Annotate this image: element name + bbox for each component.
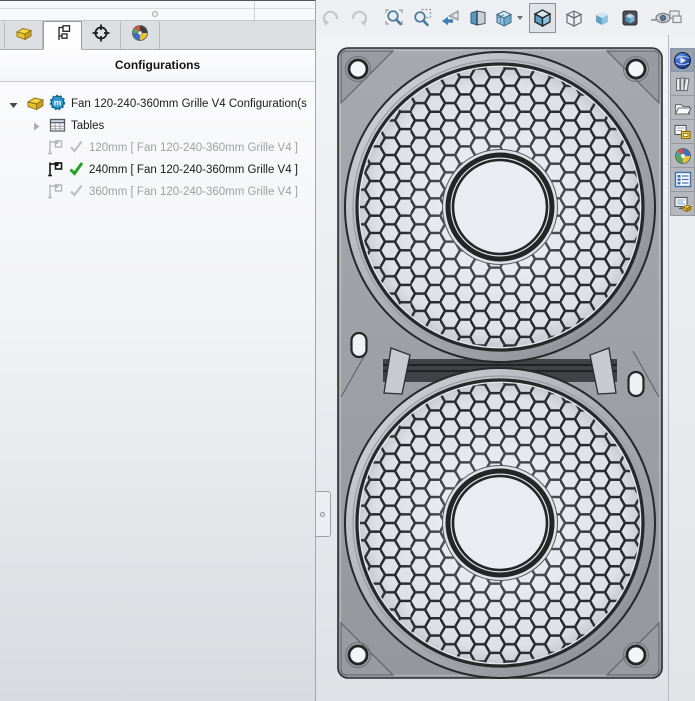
display-style-wireframe-button[interactable] — [561, 3, 587, 33]
solidworks-resources-tab[interactable] — [670, 48, 695, 72]
collapse-expander-icon[interactable] — [6, 99, 20, 110]
tree-row-config-120mm[interactable]: 120mm [ Fan 120-240-360mm Grille V4 ] — [0, 137, 315, 159]
part-icon — [15, 24, 33, 47]
config-label: 120mm [ Fan 120-240-360mm Grille V4 ] — [89, 142, 298, 154]
svg-text:m: m — [54, 97, 62, 107]
config-label: 360mm [ Fan 120-240-360mm Grille V4 ] — [89, 186, 298, 198]
target-icon — [91, 23, 111, 48]
solidworks-forum-tab[interactable] — [670, 192, 695, 216]
heads-up-view-toolbar — [316, 0, 695, 35]
config-label: 240mm [ Fan 120-240-360mm Grille V4 ] — [89, 164, 298, 176]
tab-feature-manager[interactable] — [4, 21, 43, 49]
expand-arrow-icon[interactable] — [29, 121, 43, 132]
tree-row-tables[interactable]: Tables — [0, 115, 315, 137]
configurations-icon — [54, 24, 72, 47]
table-icon — [49, 117, 66, 136]
custom-properties-tab[interactable] — [670, 168, 695, 192]
display-style-shaded-edges-button[interactable] — [617, 3, 643, 33]
manager-tab-bar — [0, 21, 315, 50]
tab-display-manager[interactable] — [121, 21, 160, 49]
solidworks-window: Configurations — [0, 0, 695, 701]
previous-view-button[interactable] — [437, 3, 463, 33]
undo-button[interactable] — [318, 3, 344, 33]
fan-grille-model[interactable] — [337, 47, 663, 679]
design-library-tab[interactable] — [670, 72, 695, 96]
view-orientation-button[interactable] — [493, 3, 515, 33]
display-style-button-selected[interactable] — [529, 3, 556, 33]
tables-label: Tables — [71, 120, 104, 132]
display-style-shaded-button[interactable] — [589, 3, 615, 33]
tree-row-root[interactable]: m Fan 120-240-360mm Grille V4 Configurat… — [0, 93, 315, 115]
configuration-gear-icon: m — [49, 94, 66, 114]
task-pane-tabs — [670, 48, 695, 216]
tab-dimxpert-manager[interactable] — [82, 21, 121, 49]
manager-panel: Configurations — [0, 0, 316, 701]
check-icon — [68, 183, 84, 201]
hide-show-items-button[interactable] — [649, 3, 683, 33]
view-orientation-dropdown[interactable] — [515, 3, 524, 33]
section-view-button[interactable] — [465, 3, 491, 33]
panel-top-vline — [254, 1, 255, 20]
panel-top-divider — [0, 8, 315, 9]
part-icon — [26, 94, 45, 114]
configuration-flag-icon — [46, 183, 64, 202]
panel-resize-grip[interactable] — [152, 11, 158, 17]
grip-dot — [320, 512, 325, 517]
configuration-flag-icon — [46, 139, 64, 158]
tree-row-config-360mm[interactable]: 360mm [ Fan 120-240-360mm Grille V4 ] — [0, 181, 315, 203]
panel-top-strip — [0, 1, 315, 21]
zoom-to-fit-button[interactable] — [381, 3, 407, 33]
check-icon-active — [68, 161, 84, 179]
file-explorer-tab[interactable] — [670, 96, 695, 120]
check-icon — [68, 139, 84, 157]
graphics-area[interactable] — [316, 35, 668, 701]
tree-row-config-240mm[interactable]: 240mm [ Fan 120-240-360mm Grille V4 ] — [0, 159, 315, 181]
panel-title: Configurations — [0, 50, 315, 82]
tab-configuration-manager[interactable] — [43, 21, 82, 50]
zoom-to-area-button[interactable] — [409, 3, 435, 33]
appearances-scenes-tab[interactable] — [670, 144, 695, 168]
configuration-tree: m Fan 120-240-360mm Grille V4 Configurat… — [0, 82, 315, 203]
root-label: Fan 120-240-360mm Grille V4 Configuratio… — [71, 98, 307, 110]
view-palette-tab[interactable] — [670, 120, 695, 144]
redo-button[interactable] — [346, 3, 372, 33]
panel-splitter-grip[interactable] — [316, 491, 331, 537]
configuration-flag-icon — [46, 161, 64, 180]
color-wheel-icon — [131, 24, 149, 47]
